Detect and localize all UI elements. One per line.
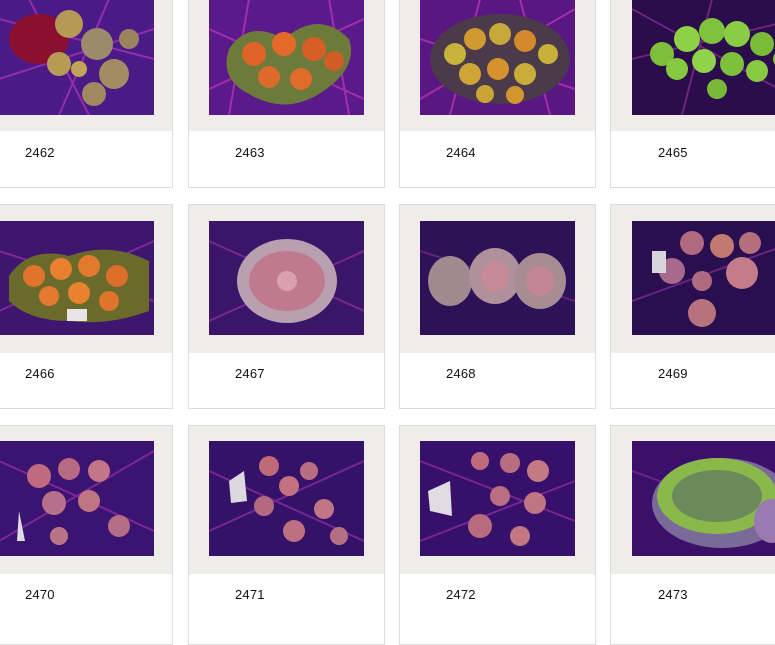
item-number-label: 2465 <box>658 145 688 160</box>
gallery-card[interactable]: 2462 <box>0 0 173 188</box>
gallery-card[interactable]: 2466 <box>0 204 173 409</box>
coral-photo-art <box>420 0 575 115</box>
coral-photo-art <box>209 0 364 115</box>
coral-photo-art <box>632 0 775 115</box>
gallery-card[interactable]: 2464 <box>399 0 596 188</box>
coral-photo[interactable] <box>0 221 154 335</box>
coral-photo-art <box>0 221 154 335</box>
coral-photo[interactable] <box>632 221 775 335</box>
coral-photo[interactable] <box>209 441 364 556</box>
item-number-label: 2470 <box>25 587 55 602</box>
coral-photo[interactable] <box>209 0 364 115</box>
coral-photo[interactable] <box>420 221 575 335</box>
coral-photo[interactable] <box>420 0 575 115</box>
coral-photo[interactable] <box>209 221 364 335</box>
gallery-card[interactable]: 2472 <box>399 425 596 645</box>
gallery-card[interactable]: 2465 <box>610 0 775 188</box>
item-number-label: 2467 <box>235 366 265 381</box>
coral-photo-art <box>420 441 575 556</box>
gallery-card[interactable]: 2468 <box>399 204 596 409</box>
item-number-label: 2462 <box>25 145 55 160</box>
item-number-label: 2471 <box>235 587 265 602</box>
gallery-card[interactable]: 2471 <box>188 425 385 645</box>
coral-photo-art <box>209 221 364 335</box>
coral-photo-art <box>0 441 154 556</box>
item-number-label: 2463 <box>235 145 265 160</box>
item-number-label: 2466 <box>25 366 55 381</box>
gallery-card[interactable]: 2470 <box>0 425 173 645</box>
coral-gallery-grid: 2462 2463 2464 2465 2466 2467 2468 2469 … <box>0 0 775 645</box>
coral-photo[interactable] <box>632 0 775 115</box>
coral-photo-art <box>209 441 364 556</box>
item-number-label: 2473 <box>658 587 688 602</box>
coral-photo[interactable] <box>0 441 154 556</box>
item-number-label: 2472 <box>446 587 476 602</box>
coral-photo[interactable] <box>632 441 775 556</box>
gallery-card[interactable]: 2467 <box>188 204 385 409</box>
gallery-card[interactable]: 2469 <box>610 204 775 409</box>
gallery-card[interactable]: 2473 <box>610 425 775 645</box>
item-number-label: 2468 <box>446 366 476 381</box>
coral-photo-art <box>0 0 154 115</box>
coral-photo-art <box>420 221 575 335</box>
coral-photo[interactable] <box>0 0 154 115</box>
item-number-label: 2469 <box>658 366 688 381</box>
coral-photo[interactable] <box>420 441 575 556</box>
coral-photo-art <box>632 221 775 335</box>
gallery-card[interactable]: 2463 <box>188 0 385 188</box>
coral-photo-art <box>632 441 775 556</box>
item-number-label: 2464 <box>446 145 476 160</box>
